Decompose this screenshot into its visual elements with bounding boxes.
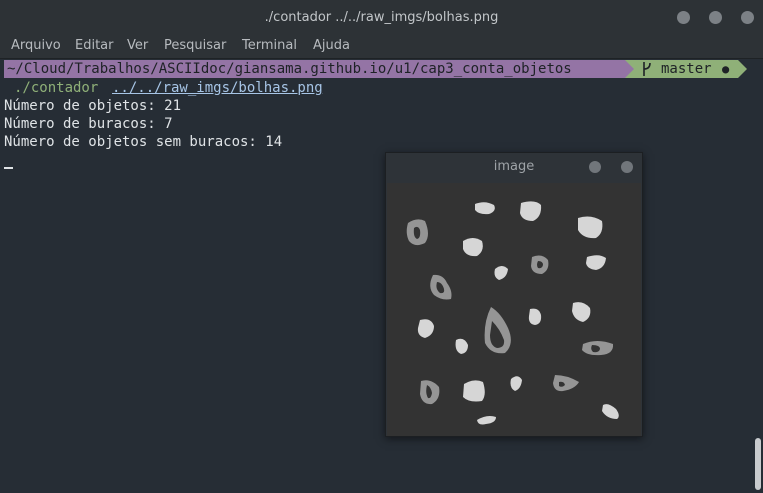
menu-terminal[interactable]: Terminal [242,38,297,53]
blob [463,380,485,402]
blob-with-hole [420,380,440,405]
blob-with-hole [484,307,511,354]
blob-with-hole [553,375,579,392]
blob [528,308,542,325]
blob [475,202,495,215]
blob-with-hole [430,274,452,300]
blob-with-hole [582,341,614,356]
blob-with-hole [406,219,428,246]
image-window-title: image [493,159,535,174]
blob [520,201,542,221]
blob [586,255,606,270]
output-line: Número de buracos: 7 [4,116,173,132]
blob [494,266,508,280]
output-line: Número de objetos sem buracos: 14 [4,134,283,150]
text-cursor [4,167,13,169]
image-minimize-button[interactable] [589,161,601,173]
close-button[interactable] [741,11,754,24]
command-argument-link[interactable]: ../../raw_imgs/bolhas.png [112,79,323,97]
menu-ver[interactable]: Ver [127,38,148,53]
maximize-button[interactable] [709,11,722,24]
output-line: Número de objetos: 21 [4,98,182,114]
git-branch-icon [640,60,654,82]
scrollbar[interactable] [753,59,763,493]
menu-arquivo[interactable]: Arquivo [11,38,61,53]
menu-editar[interactable]: Editar [75,38,114,53]
blob [578,216,603,239]
image-window[interactable]: image [385,152,643,437]
blob [510,376,522,391]
blob [602,404,619,419]
blob [417,319,434,338]
minimize-button[interactable] [677,11,690,24]
menu-pesquisar[interactable]: Pesquisar [164,38,226,53]
blob [455,338,468,354]
menu-bar: Arquivo Editar Ver Pesquisar Terminal Aj… [0,34,763,59]
window-title: ./contador ../../raw_imgs/bolhas.png [264,10,499,25]
git-dirty-indicator: ● [722,62,730,76]
blob [572,302,591,322]
scrollbar-thumb[interactable] [755,438,761,490]
blobs-image [406,201,619,425]
terminal-titlebar[interactable]: ./contador ../../raw_imgs/bolhas.png [0,0,763,34]
prompt-separator [625,60,634,78]
image-close-button[interactable] [621,161,633,173]
image-canvas [387,183,641,436]
prompt-path: ~/Cloud/Trabalhos/ASCIIdoc/giansama.gith… [4,60,625,78]
blob [477,416,496,425]
blob-with-hole [531,255,549,274]
git-branch-name: master [661,61,712,77]
menu-ajuda[interactable]: Ajuda [313,38,350,53]
command-program: ./contador [14,80,99,96]
prompt-separator-end [738,60,747,78]
blob [463,238,483,257]
